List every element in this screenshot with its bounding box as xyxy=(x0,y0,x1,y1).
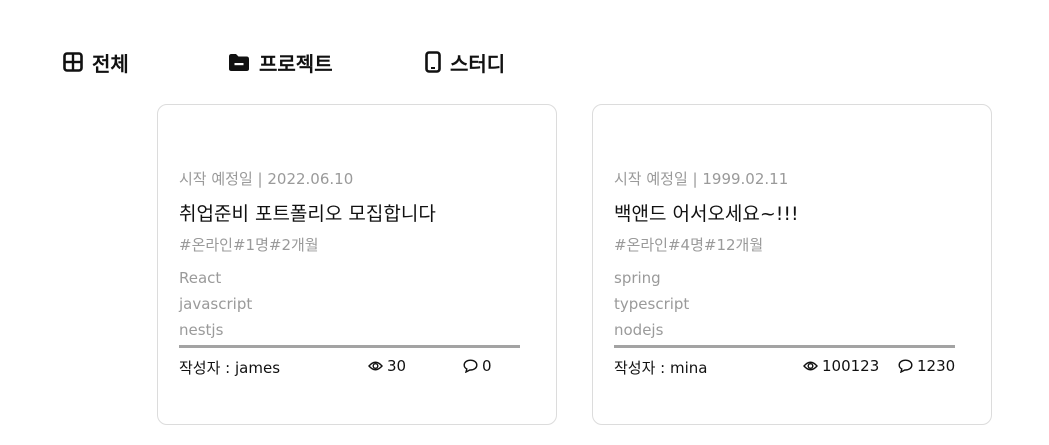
tech-stack-list: React javascript nestjs xyxy=(179,265,252,343)
post-card[interactable]: 시작 예정일 | 1999.02.11 백앤드 어서오세요~!!! #온라인#4… xyxy=(592,104,992,425)
tab-study[interactable]: 스터디 xyxy=(425,47,505,77)
tab-project[interactable]: 프로젝트 xyxy=(228,47,333,77)
tab-all-label: 전체 xyxy=(92,51,129,76)
view-count-value: 100123 xyxy=(822,357,880,375)
folder-icon xyxy=(229,53,249,71)
comment-count-value: 1230 xyxy=(917,357,956,375)
tech-stack-item: React xyxy=(179,269,222,287)
author: 작성자 : james xyxy=(179,359,281,377)
grid-icon xyxy=(63,52,83,72)
divider xyxy=(179,345,520,348)
tab-project-label: 프로젝트 xyxy=(259,51,333,76)
post-tags: #온라인#4명#12개월 xyxy=(614,236,764,254)
comment-count: 0 xyxy=(463,357,492,375)
comment-icon xyxy=(898,359,913,373)
post-tags: #온라인#1명#2개월 xyxy=(179,236,319,254)
view-count: 30 xyxy=(368,357,406,375)
post-title: 취업준비 포트폴리오 모집합니다 xyxy=(179,203,436,225)
tab-study-label: 스터디 xyxy=(450,51,506,76)
comment-count: 1230 xyxy=(898,357,955,375)
mobile-icon xyxy=(425,51,441,73)
divider xyxy=(614,345,955,348)
tech-stack-item: nodejs xyxy=(614,321,664,339)
comment-icon xyxy=(463,359,478,373)
start-date: 시작 예정일 | 1999.02.11 xyxy=(614,170,789,188)
card-footer: 작성자 : james 30 0 xyxy=(179,357,539,379)
tech-stack-list: spring typescript nodejs xyxy=(614,265,689,343)
card-footer: 작성자 : mina 100123 1230 xyxy=(614,357,974,379)
view-count-value: 30 xyxy=(387,357,407,375)
author: 작성자 : mina xyxy=(614,359,708,377)
eye-icon xyxy=(803,361,818,371)
tech-stack-item: typescript xyxy=(614,295,690,313)
tech-stack-item: javascript xyxy=(179,295,253,313)
post-title: 백앤드 어서오세요~!!! xyxy=(614,203,799,225)
tech-stack-item: spring xyxy=(614,269,661,287)
eye-icon xyxy=(368,361,383,371)
view-count: 100123 xyxy=(803,357,879,375)
tech-stack-item: nestjs xyxy=(179,321,224,339)
comment-count-value: 0 xyxy=(482,357,492,375)
post-card[interactable]: 시작 예정일 | 2022.06.10 취업준비 포트폴리오 모집합니다 #온라… xyxy=(157,104,557,425)
tab-all[interactable]: 전체 xyxy=(63,47,129,77)
page: 전체 프로젝트 스터디 시작 예정일 | 2022.06.10 취업준비 포트폴… xyxy=(0,0,1049,445)
start-date: 시작 예정일 | 2022.06.10 xyxy=(179,170,354,188)
